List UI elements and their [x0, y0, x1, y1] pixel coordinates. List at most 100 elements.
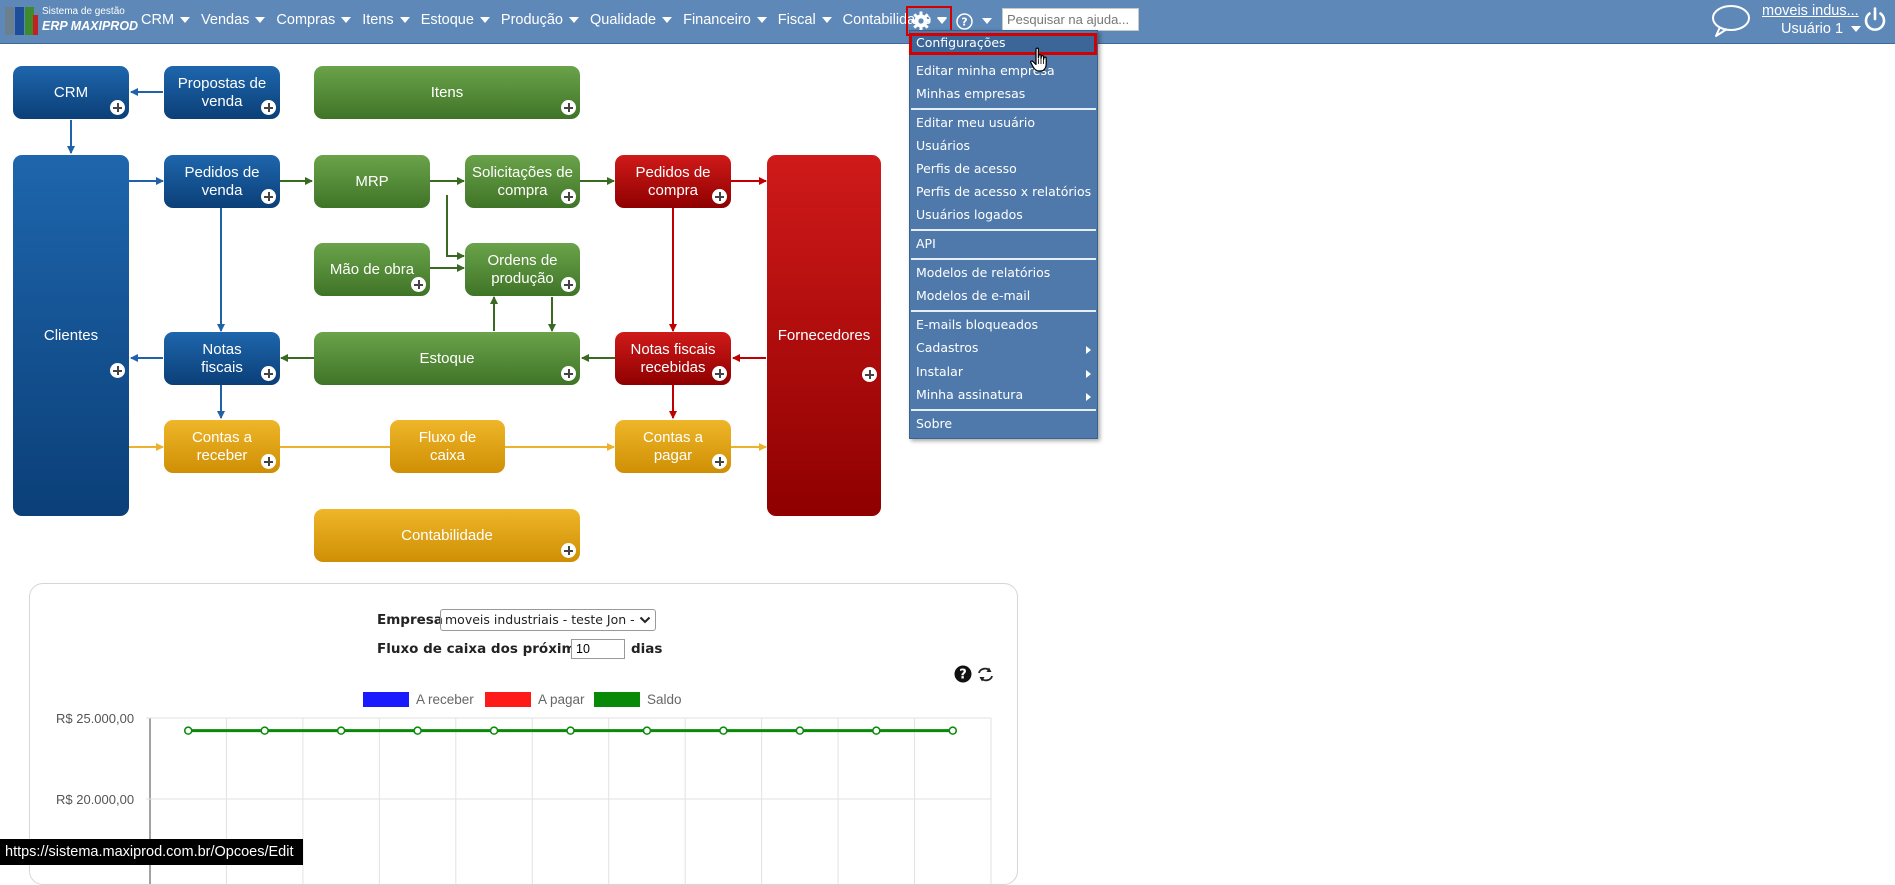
menu-item-perfis-acesso-relatorios[interactable]: Perfis de acesso x relatórios [916, 184, 1091, 199]
menu-divider [911, 108, 1096, 110]
flow-box-label: Estoque [419, 349, 475, 367]
menu-estoque[interactable]: Estoque [421, 12, 490, 28]
menu-label: CRM [141, 12, 175, 28]
power-off-icon[interactable] [1862, 6, 1888, 34]
menu-compras[interactable]: Compras [276, 12, 352, 28]
flow-box-label: CRM [53, 83, 89, 101]
flow-box-propostas[interactable]: Propostas de venda [164, 66, 280, 119]
add-nota-fiscal-icon[interactable] [261, 366, 276, 381]
menu-producao[interactable]: Produção [501, 12, 579, 28]
flow-box-estoque[interactable]: Estoque [314, 332, 580, 385]
flow-box-notas-fiscais[interactable]: Notas fiscais [164, 332, 280, 385]
flow-box-contabilidade[interactable]: Contabilidade [314, 509, 580, 562]
data-point[interactable] [872, 726, 881, 735]
flow-box-crm[interactable]: CRM [13, 66, 129, 119]
flow-box-ordens-producao[interactable]: Ordens de produção [465, 243, 580, 296]
add-item-icon[interactable] [561, 100, 576, 115]
add-conta-pagar-icon[interactable] [712, 454, 727, 469]
menu-qualidade[interactable]: Qualidade [590, 12, 673, 28]
add-contabilidade-icon[interactable] [561, 543, 576, 558]
caret-down-icon [180, 17, 191, 23]
add-nf-recebida-icon[interactable] [712, 366, 727, 381]
menu-vendas[interactable]: Vendas [201, 12, 266, 28]
data-point[interactable] [642, 726, 652, 735]
process-flow-diagram: CRM Propostas de venda Itens Clientes Pe… [0, 43, 900, 583]
menu-item-instalar[interactable]: Instalar [916, 364, 963, 379]
caret-down-icon [662, 17, 673, 23]
menu-item-usuarios[interactable]: Usuários [916, 138, 970, 153]
data-point[interactable] [489, 726, 499, 735]
data-point[interactable] [795, 726, 805, 735]
menu-item-editar-meu-usuario[interactable]: Editar meu usuário [916, 115, 1035, 130]
logo-subtitle: Sistema de gestão [42, 6, 125, 17]
add-estoque-icon[interactable] [561, 366, 576, 381]
menu-item-perfis-acesso[interactable]: Perfis de acesso [916, 161, 1017, 176]
menu-item-modelos-relatorios[interactable]: Modelos de relatórios [916, 265, 1050, 280]
flow-box-fluxo-caixa[interactable]: Fluxo de caixa [390, 420, 505, 473]
add-pedido-venda-icon[interactable] [261, 189, 276, 204]
menu-fiscal[interactable]: Fiscal [778, 12, 832, 28]
menu-item-emails-bloqueados[interactable]: E-mails bloqueados [916, 317, 1038, 332]
add-cliente-icon[interactable] [110, 363, 125, 378]
caret-down-icon [937, 18, 947, 24]
add-mao-obra-icon[interactable] [411, 277, 426, 292]
flow-box-itens[interactable]: Itens [314, 66, 580, 119]
add-ordem-icon[interactable] [561, 277, 576, 292]
menu-item-sobre[interactable]: Sobre [916, 416, 952, 431]
menu-item-minhas-empresas[interactable]: Minhas empresas [916, 86, 1025, 101]
add-solicitacao-icon[interactable] [561, 189, 576, 204]
menu-item-modelos-email[interactable]: Modelos de e-mail [916, 288, 1030, 303]
data-point[interactable] [183, 726, 193, 735]
data-point[interactable] [336, 726, 346, 735]
help-search-input[interactable] [1002, 8, 1139, 31]
flow-box-fornecedores[interactable]: Fornecedores [767, 155, 881, 516]
menu-crm[interactable]: CRM [141, 12, 191, 28]
flow-box-contas-pagar[interactable]: Contas a pagar [615, 420, 731, 473]
data-point[interactable] [260, 726, 269, 735]
data-point[interactable] [413, 726, 422, 735]
company-link[interactable]: moveis indus... [1762, 3, 1859, 19]
caret-down-icon [479, 17, 490, 23]
flow-box-clientes[interactable]: Clientes [13, 155, 129, 516]
flow-box-pedidos-compra[interactable]: Pedidos de compra [615, 155, 731, 208]
flow-box-label: Clientes [43, 326, 99, 344]
add-conta-receber-icon[interactable] [261, 454, 276, 469]
flow-box-label: Ordens de produção [487, 251, 558, 287]
add-proposta-icon[interactable] [261, 100, 276, 115]
data-point[interactable] [566, 726, 575, 735]
user-menu[interactable]: Usuário 1 [1781, 21, 1862, 37]
status-bar-url: https://sistema.maxiprod.com.br/Opcoes/E… [0, 839, 303, 865]
menu-item-api[interactable]: API [916, 236, 936, 251]
flow-box-mrp[interactable]: MRP [314, 155, 430, 208]
chat-bubble-icon[interactable] [1710, 3, 1752, 39]
menu-divider [911, 229, 1096, 231]
menu-itens[interactable]: Itens [362, 12, 410, 28]
caret-down-icon [982, 18, 992, 24]
caret-down-icon [341, 17, 352, 23]
flow-box-nf-recebidas[interactable]: Notas fiscais recebidas [615, 332, 731, 385]
flow-box-label: Propostas de venda [177, 74, 267, 110]
data-point[interactable] [719, 726, 728, 735]
menu-label: Vendas [201, 12, 250, 28]
flow-connectors [67, 88, 767, 451]
settings-dropdown-menu: Configurações Editar minha empresa Minha… [909, 30, 1098, 439]
flow-box-contas-receber[interactable]: Contas a receber [164, 420, 280, 473]
flow-box-label: Contabilidade [401, 526, 493, 544]
flow-box-mao-obra[interactable]: Mão de obra [314, 243, 430, 296]
add-pedido-compra-icon[interactable] [712, 189, 727, 204]
svg-text:?: ? [961, 15, 967, 28]
add-crm-icon[interactable] [110, 100, 125, 115]
menu-financeiro[interactable]: Financeiro [683, 12, 767, 28]
menu-item-configuracoes[interactable]: Configurações [916, 35, 1006, 50]
flow-box-pedidos-venda[interactable]: Pedidos de venda [164, 155, 280, 208]
data-point[interactable] [948, 726, 958, 735]
add-fornecedor-icon[interactable] [862, 367, 877, 382]
menu-label: Itens [362, 12, 394, 28]
menu-item-usuarios-logados[interactable]: Usuários logados [916, 207, 1023, 222]
flow-box-solicitacoes[interactable]: Solicitações de compra [465, 155, 580, 208]
erp-logo[interactable]: Sistema de gestão ERP MAXIPROD [5, 5, 138, 37]
flow-box-label: Contas a receber [191, 428, 253, 464]
menu-label: Compras [276, 12, 336, 28]
menu-item-cadastros[interactable]: Cadastros [916, 340, 978, 355]
menu-item-minha-assinatura[interactable]: Minha assinatura [916, 387, 1023, 402]
